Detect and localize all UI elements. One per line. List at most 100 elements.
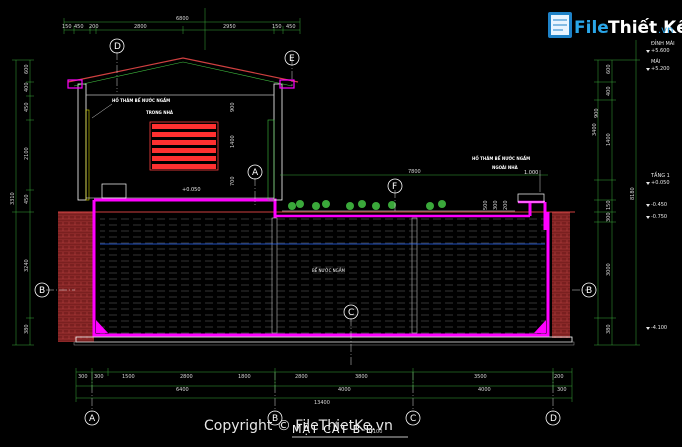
inner-right-dim-4: 500 [483,200,489,210]
top-dim-7: 450 [286,24,296,30]
level-value-roof-top: +5.600 [651,48,670,54]
bottom-dim-9: 200 [554,374,564,380]
copyright-watermark: Copyright © FileThietKe.vn [204,418,393,434]
logo-vn-text: .vn [658,25,673,36]
level-label-floor1: TẦNG 1 [650,171,670,179]
base-slab [75,336,573,343]
note-inspection-outside: HỐ THĂM BỂ NƯỚC NGẦM [472,156,530,161]
level-value-floor1: +0.050 [651,180,670,186]
grid-label-f-mid: F [392,182,397,192]
soil-hatch-right [552,212,570,338]
soil-hatch-left [58,212,94,342]
bottom-dim-row2-2: 4000 [338,387,351,393]
grid-label-a-bottom: A [89,414,96,424]
logo-file-text: File [574,18,609,38]
grid-label-d-top: D [114,42,121,52]
level-label-roof-top: ĐỈNH MÁI [651,39,675,47]
right-dim-5: 150 [606,200,612,210]
grid-label-a-mid: A [252,168,259,178]
right-dim-6: 300 [606,212,612,222]
louvre-window [149,121,219,171]
inner-right-dim-6: 200 [503,200,509,210]
shrubs [288,200,446,210]
left-dim-8: 380 [24,324,30,334]
right-total-dim: 8180 [630,187,636,200]
bottom-dim-row2-3: 4000 [478,387,491,393]
grid-label-e-top: E [289,54,295,64]
inner-right-dim-5: 300 [493,200,499,210]
bottom-dimension-lines [75,368,573,402]
bottom-dim-2: 300 [94,374,104,380]
wall-right-green [267,119,275,201]
right-dim-8: 380 [606,324,612,334]
top-total-dim: 6800 [176,16,189,22]
bottom-dim-5: 1800 [238,374,251,380]
grid-label-d-bottom: D [550,414,557,424]
level-markers [646,50,650,330]
left-dim-2: 400 [24,82,30,92]
right-dim-1: 600 [606,64,612,74]
grid-bubble-d-top: D [109,38,125,54]
right-dim-2: 400 [606,86,612,96]
level-value-bottom: -4.100 [651,325,667,331]
site-logo: File Thiết Kế .vn [548,12,682,38]
inner-left-dim-2: 1400 [230,135,236,148]
bottom-dim-row2-1: 6400 [176,387,189,393]
inspection-hatch-left [101,183,127,199]
left-dim-7: 3240 [24,259,30,272]
bottom-dim-3: 1500 [122,374,135,380]
top-dim-2: 450 [74,24,84,30]
left-dim-3: 450 [24,102,30,112]
left-dim-4: 2100 [24,147,30,160]
water-tank-interior [100,218,545,334]
grid-bubble-b-right: B [581,282,597,298]
inner-left-dim-3: 700 [230,176,236,186]
grid-bubble-e-top: E [284,50,300,66]
note-inspection-outside-2: NGOÀI NHÀ [492,165,519,170]
grid-bubble-a-mid: A [247,164,263,180]
note-inspection-inside: HỐ THĂM BỂ NƯỚC NGẦM [112,98,170,103]
level-value-ground: -0.450 [651,202,667,208]
grid-bubble-c-bottom: C [405,410,421,426]
wall-left-yellow [85,109,90,201]
left-dim-1: 600 [24,64,30,74]
top-dim-5: 2950 [223,24,236,30]
bottom-dim-6: 2800 [295,374,308,380]
grid-bubble-d-bottom: D [545,410,561,426]
top-dim-3: 200 [89,24,99,30]
grid-label-c-bottom: C [410,414,416,424]
note-leader-left [91,103,113,119]
bottom-dim-1: 300 [78,374,88,380]
cad-drawing-canvas: 6800 150 450 200 2800 2950 150 450 600 4… [0,0,682,447]
level-value-planter: -0.750 [651,214,667,220]
right-dim-7: 3000 [606,263,612,276]
bottom-dim-8: 3500 [474,374,487,380]
base-slab-blinding [73,341,575,346]
bottom-dim-7: 3800 [355,374,368,380]
level-value-mid: +0.050 [182,187,201,193]
left-dim-5: 450 [24,194,30,204]
grid-label-c-center: C [348,308,354,318]
grid-label-b-left: B [39,286,45,296]
top-dim-4: 2800 [134,24,147,30]
level-label-roof: MÁI [651,58,660,65]
roof-outline [67,57,299,83]
mid-dim: 7800 [408,169,421,175]
level-value-roof: +5.200 [651,66,670,72]
grid-bubble-f-mid: F [387,178,403,194]
left-dim-6: 3310 [10,192,16,205]
section-drawing: 6800 150 450 200 2800 2950 150 450 600 4… [10,8,682,438]
inner-right-dim-1: 900 [594,108,600,118]
note-inspection-inside-2: TRONG NHÀ [146,110,174,115]
grid-bubble-a-bottom: A [84,410,100,426]
top-dim-1: 150 [62,24,72,30]
label-water-tank: BỂ NƯỚC NGẦM [312,268,346,273]
bottom-total-dim: 13400 [314,400,330,406]
grid-label-b-right: B [586,286,592,296]
right-dim-4: 3400 [592,123,598,136]
right-dim-3: 1400 [606,133,612,146]
bottom-dim-row2-4: 300 [557,387,567,393]
bottom-dim-4: 2800 [180,374,193,380]
top-dim-6: 150 [272,24,282,30]
inner-left-dim-1: 900 [230,102,236,112]
